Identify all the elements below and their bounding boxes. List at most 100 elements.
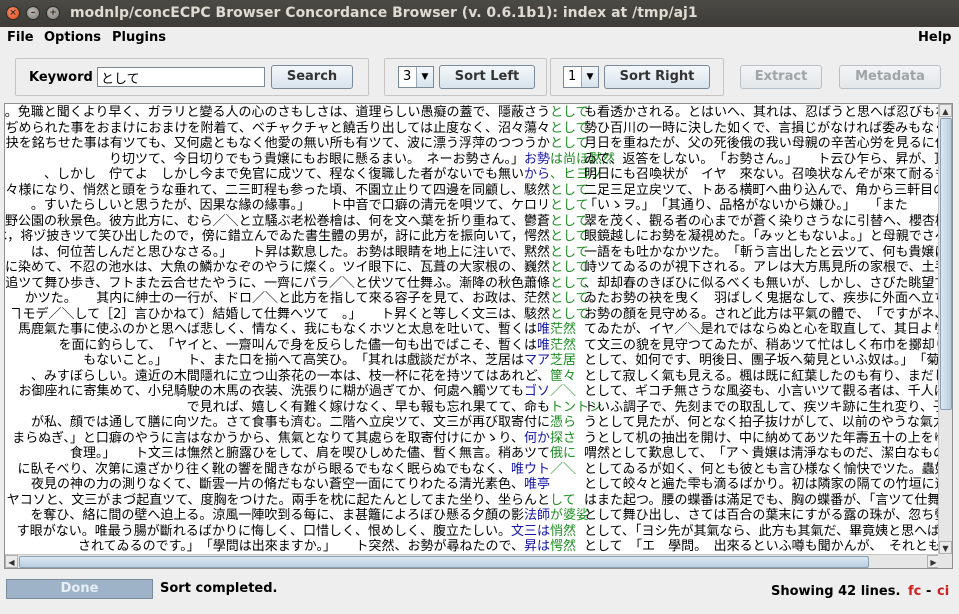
left-context-text: に抉を銘ちせた事は有ツても、又何處ともなく他愛の無い所も有ツて、波に漂う浮萍のつ… — [5, 136, 550, 151]
right-context: 勢ひ百川の一時に決した如くで、言損じがなければ委みもなく、多年の — [584, 120, 939, 136]
concordance-line[interactable]: を追ツて舞ひ歩き、フトまた云合せたやうに、一齊にパラ／＼と伏ツて仕舞ふ。漸降の秋… — [5, 275, 939, 292]
highlighted-word: 唯ウト — [510, 461, 550, 477]
right-context: 、却却春のきぼひに似るべくも無いが、しかし、さびた眺望で、また一 — [584, 275, 939, 291]
keyword-input[interactable] — [97, 67, 265, 87]
concordance-line[interactable]: す眼がない。唯最う腸が斷れるばかりに悔しく、口惜しく、恨めしく、腹立たしい。文三… — [5, 523, 939, 540]
right-context: うとして見たが、何となく拍子抜けがして、以前のやうな氣力が出ない。ソツと — [584, 415, 939, 430]
close-window-button[interactable]: × — [6, 6, 20, 20]
concordance-line[interactable]: には，将ヅ披きツて笑ひ出したので，傍に錯立んでゐた書生體の男が，訝に此方を振向い… — [5, 228, 939, 245]
metadata-button[interactable]: Metadata — [839, 65, 941, 89]
right-context: として、如何です、明後日、團子坂へ菊見といふ奴は。」 「菊見、左様さ — [584, 353, 939, 368]
concordance-line[interactable]: 、みすぼらしい。遠近の木間隱れに立つ山茶花の一本は、枝一杯に花を持ツてはあれど、… — [5, 368, 939, 385]
keyword-match: として — [550, 105, 589, 120]
left-context: 夜見の神の力の測りなくて、斷雲一片の脩だもない蒼空一面にてりわたる清光素色、唯亭 — [31, 476, 550, 493]
concordance-line[interactable]: が私、顔では通して膳に向ツた。さて食事も濟む。二階へ立戻ツて、文三が再び取寄付に… — [5, 414, 939, 431]
left-context-text: す眼がない。唯最う腸が斷れるばかりに悔しく、口惜しく、恨めしく、腹立たしい。 — [16, 523, 511, 539]
concordance-line[interactable]: で見れば、嬉しく有難く嫁けなく、早も報も忘れ果てて、命も トントン トいふ調子で、先… — [5, 399, 939, 416]
scroll-down-icon[interactable]: ▼ — [939, 541, 952, 554]
right-context: ゐたお勢の袂を曳く 羽ばしく鬼据なして、疾歩に外面へ立ち出で、路傍に佇 — [584, 291, 939, 306]
highlighted-word: 唯亭 — [523, 477, 550, 492]
right-context: ゐて、返答をしない。 「お勢さん。」 ト云ひ乍ら、昇が、頂 — [584, 151, 939, 167]
highlighted-word: 唯 — [536, 337, 550, 353]
concordance-line[interactable]: は、何位苦しんだと思ひなさる。」 ト昇は歎息した。お勢は眼睛を地上に注いで、黙然… — [5, 244, 939, 261]
progress-bar: Done — [6, 579, 153, 599]
right-context: として 「エ 學問。 出來るといふ噂も聞かんが、 それとも出來ま — [584, 539, 939, 554]
horizontal-scroll-thumb[interactable] — [19, 556, 869, 568]
concordance-line[interactable]: に抉を銘ちせた事は有ツても、又何處ともなく他愛の無い所も有ツて、波に漂う浮萍のつ… — [5, 135, 939, 152]
highlighted-word: お勢 — [523, 151, 550, 167]
right-context: として、「ヨシ先が其氣なら、此方も其氣だ、畢竟姨と思へばこそ、獣と思 — [584, 523, 939, 539]
concordance-line[interactable]: は忌々様になり、悄然と頭をうな垂れて、二三町程も参った頃、不園立止りて四邊を同顧… — [5, 182, 939, 199]
concordance-line[interactable]: いぢめられた事をおまけにおまけを附着て、ベチャクチャと饒舌り出しては止度なく、沼… — [5, 120, 939, 137]
left-context: に抉を銘ちせた事は有ツても、又何處ともなく他愛の無い所も有ツて、波に漂う浮萍のつ… — [5, 135, 550, 152]
concordance-line[interactable]: ヿモデ／＼して［2］言ひかねて）結婚して仕舞へツて 。」 ト昇くと等しく文三は、… — [5, 306, 940, 323]
concordance-line[interactable]: お御座れに寄集めて、小兒騎駛の木馬の衣装、洗張りに糊が過ぎてか、何處へ觸ツてもゴ… — [5, 383, 939, 400]
right-context: も看透かされる。とはいへ、其れは、忍ばうと思へば忍びもならうが、 — [584, 105, 939, 120]
vertical-scrollbar[interactable]: ▲ ▼ — [938, 104, 952, 554]
status-bar: Done Sort completed. Showing 42 lines. f… — [0, 572, 959, 614]
concordance-line[interactable]: る。免職と聞くより早く、ガラリと變る人の心のさもしさは、道理らしい愚癡の蓋で、隱… — [5, 104, 939, 121]
left-context: かツた。 其内に紳士の一行が、ドロ／＼と此方を指して來る容子を見て、お政は、茫然 — [25, 290, 550, 307]
menu-bar: File Options Plugins Help — [0, 27, 959, 49]
keyword-match: として — [550, 275, 589, 291]
left-context-value: 3 — [403, 69, 412, 84]
sort-left-button[interactable]: Sort Left — [439, 65, 535, 89]
concordance-line[interactable]: 上野公園の秋景色。彼方此方に、むら／＼と立騒ぶ老松巻檜は、何を文へ葉を折り重ねて… — [5, 213, 939, 230]
highlighted-word: から — [523, 167, 550, 182]
right-context: として寂しく氣も見える。楓は既に紅葉したのも有り、まだしないのも有る — [584, 368, 939, 384]
menu-options[interactable]: Options — [44, 30, 101, 45]
concordance-panel[interactable]: る。免職と聞くより早く、ガラリと變る人の心のさもしさは、道理らしい愚癡の蓋で、隱… — [4, 103, 953, 569]
fc-indicator: fc — [908, 584, 922, 599]
concordance-line[interactable]: されてゐるのです。」 「學問は出來ますか。」 ト突然、お勢が尋ねたので、昇は 愕然… — [5, 538, 939, 554]
left-context-text: リヤコソと、文三がまづ起直ツて、度胸をつけた。兩手を枕に起たんとしてまた坐り、坐… — [5, 492, 550, 508]
highlighted-word: 文三は — [510, 523, 550, 539]
left-context-text: 、みすぼらしい。遠近の木間隱れに立つ山茶花の一本は、枝一杯に花を持ツてはあれど、 — [30, 368, 550, 384]
minimize-window-button[interactable]: – — [26, 6, 40, 20]
highlighted-word: マア — [523, 353, 550, 368]
menu-plugins[interactable]: Plugins — [112, 30, 166, 45]
highlighted-word: ゴソ — [523, 384, 550, 399]
concordance-line[interactable]: もないこと。」 ト、また口を揃へて高笑ひ。 「其れは戲談だがネ、芝居はマア 芝居と… — [5, 352, 939, 369]
right-context-select[interactable]: 1 ▼ — [563, 66, 599, 88]
concordance-line[interactable]: を奪ひ、絡に間の壁へ迫上る。涼風一陣吹到る每に、ま甚籬によろぼひ懸る夕顏の影法師… — [5, 507, 939, 524]
keyword-match: 悄然 — [550, 523, 577, 539]
concordance-line[interactable]: 。すいたらしいと思うたが、因果な緣の緣事。」 ト中音で口癖の清元を唄ツて、ケロリ… — [5, 197, 939, 214]
concordance-line[interactable]: 馬鹿氣た事に使ふのかと思へば悲しく、情なく、我にもなくホツと太息を吐いて、暫くは… — [5, 321, 939, 338]
concordance-line[interactable]: かツた。 其内に紳士の一行が、ドロ／＼と此方を指して來る容子を見て、お政は、茫然… — [5, 290, 939, 307]
concordance-line[interactable]: に臥そべり、次第に遠ざかり往く靴の響を聞きながら眼るでもなく眠らぬでもなく、唯ウ… — [5, 461, 940, 478]
vertical-scroll-thumb[interactable] — [940, 118, 952, 410]
extract-button[interactable]: Extract — [740, 65, 822, 89]
keyword-match: 愕然 — [550, 539, 577, 554]
left-context-text: 、しかし 佇てよ しかし今まで免官に成ツて、程なく復職した者がないでも無い — [44, 167, 524, 182]
keyword-match: として — [550, 229, 589, 244]
concordance-line[interactable]: リヤコソと、文三がまづ起直ツて、度胸をつけた。兩手を枕に起たんとしてまた坐り、坐… — [5, 492, 939, 509]
concordance-line[interactable]: 、しかし 佇てよ しかし今まで免官に成ツて、程なく復職した者がないでも無いから、… — [5, 166, 939, 183]
left-context-select[interactable]: 3 ▼ — [398, 66, 434, 88]
horizontal-scrollbar[interactable]: ◀ ▶ — [5, 554, 940, 568]
concordance-line[interactable]: を面に釣らして、 「ヤイと、一齋叫んで身を反らした儘一句も出でばこそ、暫くは唯茫… — [5, 337, 939, 354]
menu-help[interactable]: Help — [918, 30, 951, 45]
concordance-line[interactable]: り切ツて、今日切りでもう貴嬢にもお眼に懸るまい。 ネーお勢さん。」お勢 は尚ほ黙然… — [5, 151, 939, 168]
concordance-line[interactable]: 夜見の神の力の測りなくて、斷雲一片の脩だもない蒼空一面にてりわたる清光素色、唯亭… — [5, 476, 939, 493]
left-context-text: る。免職と聞くより早く、ガラリと變る人の心のさもしさは、道理らしい愚癡の蓋で、隱… — [5, 105, 550, 120]
keyword-match: として — [550, 244, 589, 260]
left-context: 上野公園の秋景色。彼方此方に、むら／＼と立騒ぶ老松巻檜は、何を文へ葉を折り重ねて… — [5, 213, 550, 230]
keyword-match: として — [550, 260, 589, 275]
concordance-line[interactable]: まらぬぎ、」と口癖のやうに言はなかうから、焦氣となりて其處らを取寄付けにかゝり、… — [5, 430, 939, 447]
left-context-text: に臥そべり、次第に遠ざかり往く靴の響を聞きながら眼るでもなく眠らぬでもなく、 — [17, 461, 511, 477]
scroll-left-icon[interactable]: ◀ — [5, 555, 18, 568]
menu-file[interactable]: File — [7, 30, 34, 45]
concordance-line[interactable]: 食理。」 ト文三は憮然と腑露ひをして、肩を喫ひしめた儘、暫く無言。稍あツて 俄に喟… — [5, 445, 939, 462]
left-context: もないこと。」 ト、また口を揃へて高笑ひ。 「其れは戲談だがネ、芝居はマア — [83, 352, 550, 369]
search-button[interactable]: Search — [271, 65, 353, 89]
left-context: り切ツて、今日切りでもう貴嬢にもお眼に懸るまい。 ネーお勢さん。」お勢 — [109, 151, 550, 168]
concordance-line[interactable]: 済に染めて、不忍の池水は、大魚の鱗かなぞのやうに燦く。ツイ眼下に、瓦葺の大家根の… — [5, 259, 939, 276]
left-context-text: かツた。 其内に紳士の一行が、ドロ／＼と此方を指して來る容子を見て、お政は、茫然 — [24, 291, 550, 306]
sort-right-button[interactable]: Sort Right — [604, 65, 710, 89]
maximize-window-button[interactable]: + — [46, 6, 60, 20]
left-context-text: 上野公園の秋景色。彼方此方に、むら／＼と立騒ぶ老松巻檜は、何を文へ葉を折り重ねて… — [5, 213, 550, 229]
left-context-text: は忌々様になり、悄然と頭をうな垂れて、二三町程も参った頃、不園立止りて四邊を同顧… — [5, 182, 550, 198]
keyword-match: として — [550, 198, 589, 213]
scroll-up-icon[interactable]: ▲ — [939, 104, 952, 117]
right-context: お勢の顏を見守める。されど此方は平氣の體で、 「ですがネ、教育 — [584, 306, 939, 322]
